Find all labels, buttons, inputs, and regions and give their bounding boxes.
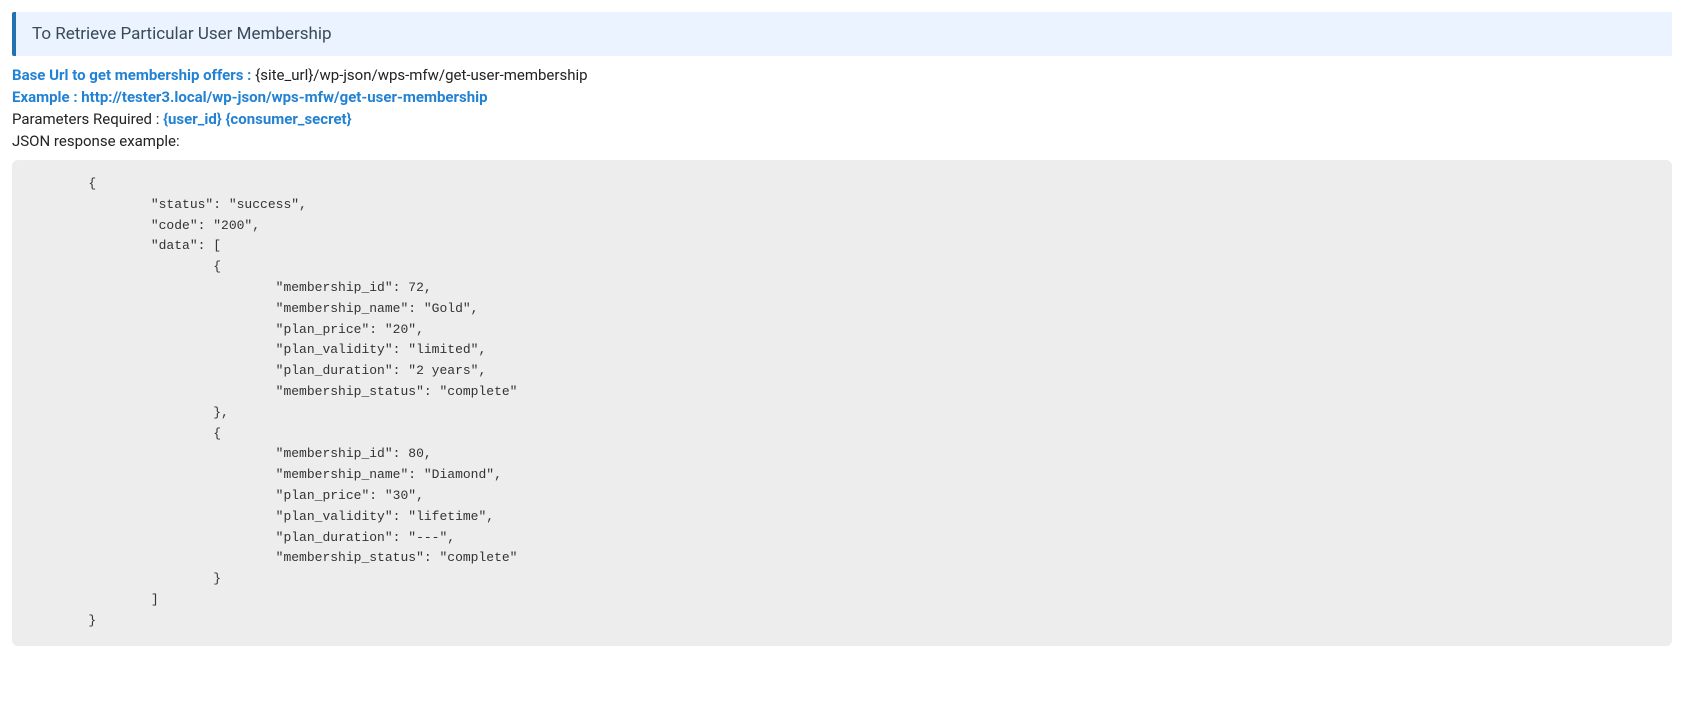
callout-box: To Retrieve Particular User Membership [12,12,1672,56]
base-url-label: Base Url to get membership offers : [12,66,255,84]
base-url-value: {site_url}/wp-json/wps-mfw/get-user-memb… [255,66,587,84]
parameters-line: Parameters Required : {user_id} {consume… [12,110,1672,128]
parameters-label: Parameters Required : [12,110,163,128]
example-label: Example : [12,88,81,106]
json-code-block: { "status": "success", "code": "200", "d… [12,160,1672,646]
example-line: Example : http://tester3.local/wp-json/w… [12,88,1672,106]
example-url[interactable]: http://tester3.local/wp-json/wps-mfw/get… [81,88,487,106]
document-container: To Retrieve Particular User Membership B… [0,0,1684,671]
parameters-value: {user_id} {consumer_secret} [163,110,352,128]
base-url-line: Base Url to get membership offers : {sit… [12,66,1672,84]
json-response-label: JSON response example: [12,132,1672,150]
callout-title: To Retrieve Particular User Membership [32,24,332,44]
